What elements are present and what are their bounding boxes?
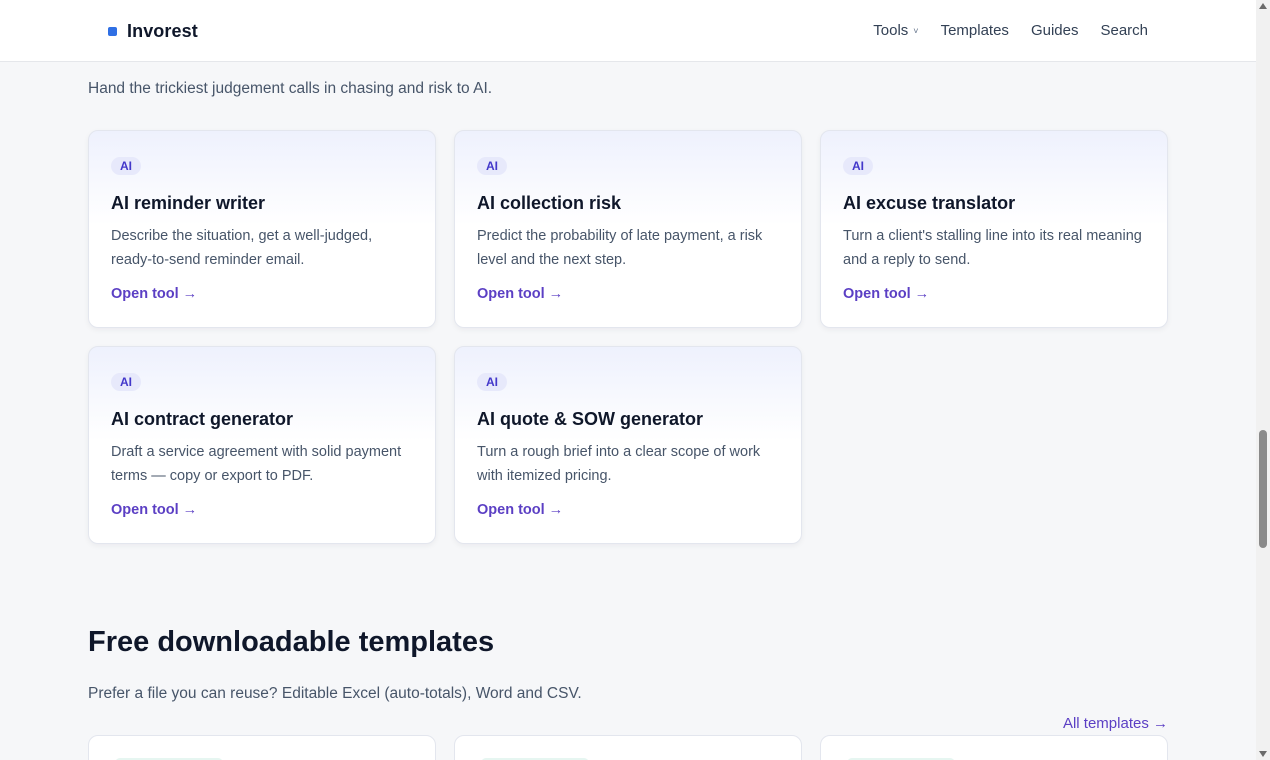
nav-guides[interactable]: Guides xyxy=(1031,22,1079,39)
tool-card-description: Describe the situation, get a well-judge… xyxy=(111,228,373,268)
tool-card-ai-reminder-writer[interactable]: AI AI reminder writer Describe the situa… xyxy=(88,130,436,328)
tool-card-title: AI quote & SOW generator xyxy=(477,409,704,429)
template-card[interactable] xyxy=(820,735,1168,760)
tool-card-description: Draft a service agreement with solid pay… xyxy=(111,444,402,484)
tool-card-title: AI contract generator xyxy=(111,409,294,429)
brand-logo[interactable]: Invorest xyxy=(108,21,198,42)
main-nav: Tools ˅ Templates Guides Search xyxy=(851,22,1148,39)
template-card[interactable] xyxy=(88,735,436,760)
top-navigation-bar: Invorest Tools ˅ Templates Guides Search xyxy=(0,0,1256,62)
tool-card-title: AI excuse translator xyxy=(843,193,1016,213)
tool-card-ai-collection-risk[interactable]: AI AI collection risk Predict the probab… xyxy=(454,130,802,328)
page: Invorest Tools ˅ Templates Guides Search… xyxy=(0,0,1256,760)
tool-card-ai-quote-sow-generator[interactable]: AI AI quote & SOW generator Turn a rough… xyxy=(454,346,802,544)
tool-card-ai-excuse-translator[interactable]: AI AI excuse translator Turn a client's … xyxy=(820,130,1168,328)
nav-tools[interactable]: Tools ˅ xyxy=(873,22,918,39)
vertical-scrollbar[interactable] xyxy=(1256,0,1270,760)
tool-card-title: AI collection risk xyxy=(477,193,622,213)
nav-templates[interactable]: Templates xyxy=(941,22,1009,39)
scrollbar-thumb[interactable] xyxy=(1259,430,1267,548)
ai-badge: AI xyxy=(477,157,507,175)
brand-name: Invorest xyxy=(127,21,198,41)
tool-card-description: Turn a client's stalling line into its r… xyxy=(843,228,1142,268)
nav-search[interactable]: Search xyxy=(1100,22,1148,39)
open-tool-link[interactable]: Open tool → xyxy=(843,286,929,302)
tool-card-description: Predict the probability of late payment,… xyxy=(477,228,763,268)
all-templates-link[interactable]: All templates → xyxy=(1063,715,1168,732)
template-card[interactable] xyxy=(454,735,802,760)
scroll-up-arrow-icon[interactable] xyxy=(1259,3,1267,9)
templates-section-title: Free downloadable templates xyxy=(88,626,495,658)
chevron-down-icon: ˅ xyxy=(913,25,919,36)
templates-section-subtitle: Prefer a file you can reuse? Editable Ex… xyxy=(88,685,582,702)
tool-card-title: AI reminder writer xyxy=(111,193,266,213)
open-tool-link[interactable]: Open tool → xyxy=(111,502,197,518)
ai-section-intro: Hand the trickiest judgement calls in ch… xyxy=(88,80,493,97)
nav-tools-label: Tools xyxy=(873,22,909,39)
open-tool-link[interactable]: Open tool → xyxy=(477,286,563,302)
ai-badge: AI xyxy=(111,157,141,175)
ai-badge: AI xyxy=(111,373,141,391)
scroll-down-arrow-icon[interactable] xyxy=(1259,751,1267,757)
tool-card-ai-contract-generator[interactable]: AI AI contract generator Draft a service… xyxy=(88,346,436,544)
ai-badge: AI xyxy=(477,373,507,391)
open-tool-link[interactable]: Open tool → xyxy=(477,502,563,518)
open-tool-link[interactable]: Open tool → xyxy=(111,286,197,302)
brand-mark-icon xyxy=(108,27,117,36)
tool-card-description: Turn a rough brief into a clear scope of… xyxy=(477,444,761,484)
ai-badge: AI xyxy=(843,157,873,175)
